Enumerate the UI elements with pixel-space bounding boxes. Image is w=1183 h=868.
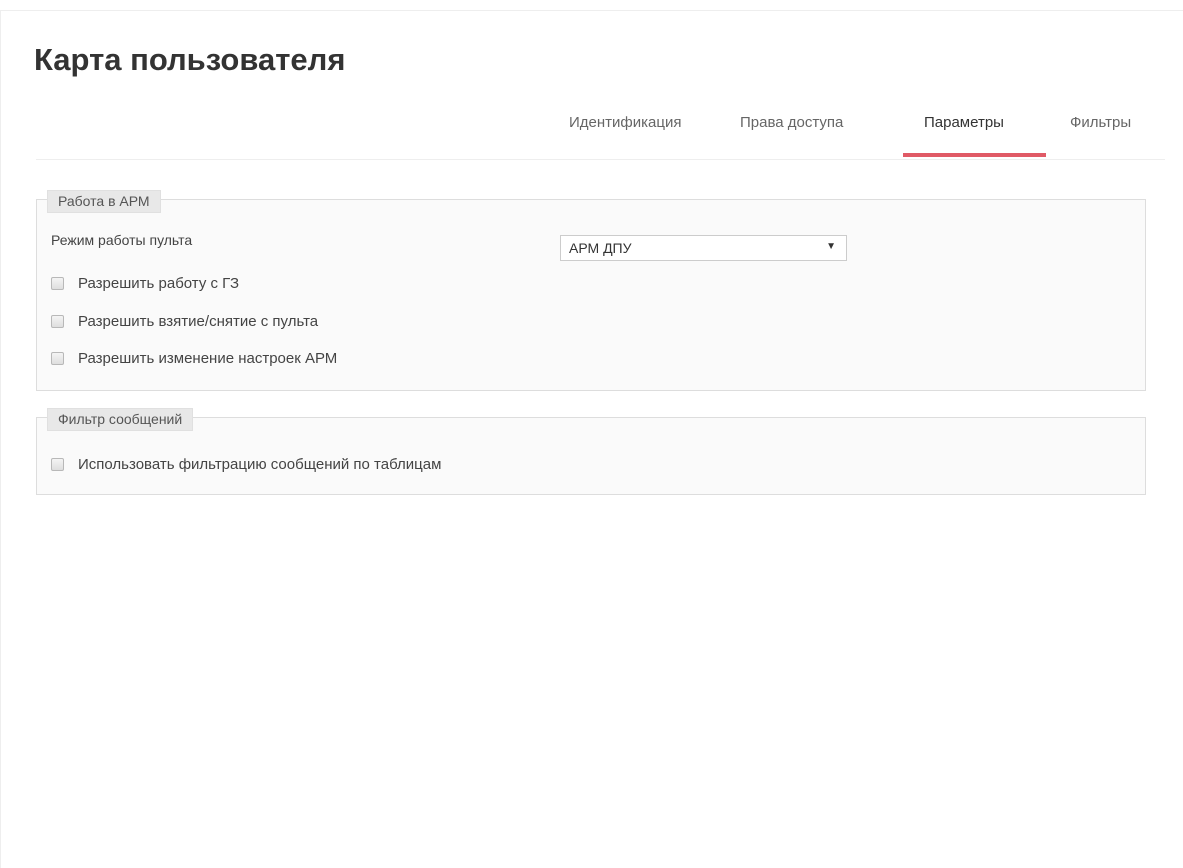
allow-arm-settings-checkbox[interactable] — [51, 351, 64, 365]
tab-bar: Идентификация Права доступа Параметры Фи… — [36, 100, 1165, 160]
tab-filters[interactable]: Фильтры — [1070, 114, 1131, 131]
message-filter-legend: Фильтр сообщений — [47, 408, 194, 431]
tab-access-rights[interactable]: Права доступа — [740, 114, 843, 131]
allow-arm-disarm-checkbox-row[interactable]: Разрешить взятие/снятие с пульта — [51, 311, 318, 331]
arm-work-fieldset: Работа в АРМ Режим работы пульта АРМ ДПУ… — [36, 190, 1146, 391]
user-card-page: Карта пользователя Идентификация Права д… — [0, 0, 1183, 868]
table-filter-checkbox[interactable] — [51, 457, 64, 471]
triangle-down-icon: ▼ — [826, 241, 836, 252]
allow-gz-label: Разрешить работу с ГЗ — [78, 274, 240, 292]
console-mode-select[interactable]: АРМ ДПУ ▼ — [560, 235, 847, 261]
page-title: Карта пользователя — [34, 42, 346, 77]
tab-identification[interactable]: Идентификация — [569, 114, 681, 131]
message-filter-fieldset: Фильтр сообщений Использовать фильтрацию… — [36, 408, 1146, 495]
console-mode-label: Режим работы пульта — [51, 232, 193, 248]
active-tab-indicator — [903, 153, 1046, 157]
table-filter-checkbox-row[interactable]: Использовать фильтрацию сообщений по таб… — [51, 454, 441, 474]
allow-arm-settings-checkbox-row[interactable]: Разрешить изменение настроек АРМ — [51, 348, 337, 368]
allow-arm-disarm-checkbox[interactable] — [51, 314, 64, 328]
left-divider — [0, 10, 1, 868]
top-divider — [0, 10, 1183, 11]
table-filter-label: Использовать фильтрацию сообщений по таб… — [78, 455, 442, 473]
console-mode-value: АРМ ДПУ — [569, 240, 632, 256]
allow-arm-disarm-label: Разрешить взятие/снятие с пульта — [78, 312, 319, 330]
allow-gz-checkbox-row[interactable]: Разрешить работу с ГЗ — [51, 273, 239, 293]
allow-gz-checkbox[interactable] — [51, 276, 64, 290]
allow-arm-settings-label: Разрешить изменение настроек АРМ — [78, 349, 338, 367]
tab-parameters[interactable]: Параметры — [924, 114, 1004, 131]
arm-work-legend: Работа в АРМ — [47, 190, 161, 213]
